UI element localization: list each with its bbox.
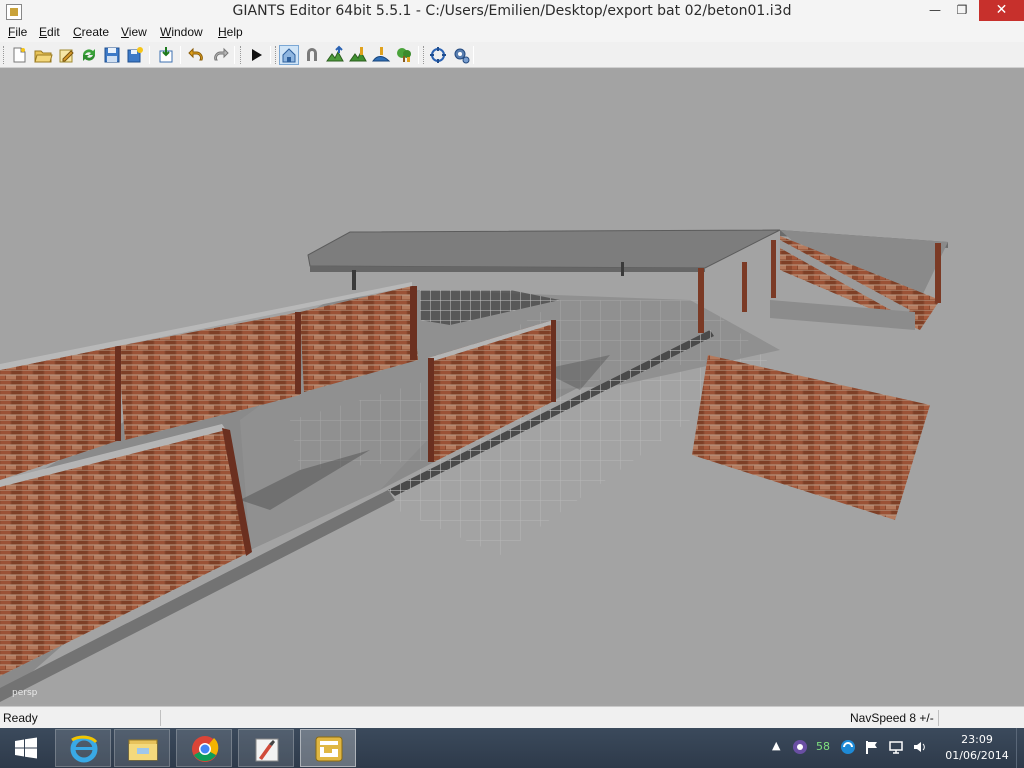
wired-network-icon[interactable] (888, 739, 904, 755)
open-folder-icon[interactable] (33, 45, 53, 65)
toolbar-separator (270, 46, 271, 64)
network-status-icon[interactable] (840, 739, 856, 755)
toolbar (0, 42, 1024, 68)
status-divider (938, 710, 939, 726)
settings-gear-icon[interactable] (451, 45, 471, 65)
toolbar-grip[interactable] (240, 46, 243, 64)
column (698, 268, 704, 333)
toolbar-grip[interactable] (275, 46, 278, 64)
scene-render (0, 229, 948, 702)
minimize-button[interactable]: — (920, 0, 950, 21)
floating-brick-panel (692, 355, 930, 520)
roof-canopy (307, 229, 781, 269)
foliage-icon[interactable] (394, 45, 414, 65)
terrain-raise-icon[interactable] (325, 45, 345, 65)
play-icon[interactable] (246, 45, 266, 65)
wall-pillar (410, 286, 417, 360)
chrome-icon[interactable] (176, 729, 232, 767)
menu-file[interactable]: File (8, 25, 27, 39)
menu-bar: File Edit Create View Window Help (0, 24, 1024, 42)
toolbar-grip[interactable] (423, 46, 426, 64)
transform-icon[interactable] (428, 45, 448, 65)
camera-label: persp (12, 688, 38, 698)
column (935, 243, 941, 303)
menu-help[interactable]: Help (218, 25, 243, 39)
show-hidden-icons-icon[interactable]: ▲ (772, 739, 780, 752)
title-bar: GIANTS Editor 64bit 5.5.1 - C:/Users/Emi… (0, 0, 1024, 24)
save-as-icon[interactable] (125, 45, 145, 65)
giants-editor-window: GIANTS Editor 64bit 5.5.1 - C:/Users/Emi… (0, 0, 1024, 768)
wall-pillar (295, 312, 301, 394)
menu-window[interactable]: Window (160, 25, 203, 39)
windows-taskbar: ▲ 58 23:09 01/06/2014 (0, 728, 1024, 768)
tray-badge-counter[interactable]: 58 (816, 740, 830, 753)
edit-icon[interactable] (56, 45, 76, 65)
utorrent-icon[interactable] (792, 739, 808, 755)
toolbar-grip[interactable] (3, 46, 6, 64)
status-divider (160, 710, 161, 726)
internet-explorer-icon[interactable] (55, 729, 111, 767)
volume-icon[interactable] (912, 739, 928, 755)
3d-viewport[interactable]: persp (0, 69, 1024, 704)
flag-action-center-icon[interactable] (864, 739, 880, 755)
status-text: Ready (3, 711, 38, 725)
middle-wall-pillar (551, 320, 556, 402)
toolbar-separator (418, 46, 419, 64)
start-button[interactable] (4, 729, 48, 767)
home-icon[interactable] (279, 45, 299, 65)
wall-pillar (115, 346, 121, 441)
magnet-icon[interactable] (302, 45, 322, 65)
clock-date[interactable]: 01/06/2014 (944, 749, 1010, 762)
maximize-button[interactable]: ❐ (947, 0, 977, 21)
giants-editor-icon[interactable] (300, 729, 356, 767)
redo-icon[interactable] (210, 45, 230, 65)
save-icon[interactable] (102, 45, 122, 65)
middle-wall-pillar (428, 358, 434, 462)
refresh-icon[interactable] (79, 45, 99, 65)
column (352, 270, 356, 290)
column (771, 240, 776, 298)
import-icon[interactable] (156, 45, 176, 65)
toolbar-separator (234, 46, 235, 64)
undo-icon[interactable] (187, 45, 207, 65)
column (742, 262, 747, 312)
show-desktop-button[interactable] (1016, 728, 1024, 768)
navspeed-readout: NavSpeed 8 +/- (850, 711, 934, 725)
terrain-paint-icon[interactable] (348, 45, 368, 65)
menu-view[interactable]: View (121, 25, 147, 39)
file-explorer-icon[interactable] (114, 729, 170, 767)
menu-create[interactable]: Create (73, 25, 109, 39)
close-button[interactable]: ✕ (979, 0, 1024, 21)
terrain-smooth-icon[interactable] (371, 45, 391, 65)
toolbar-separator (473, 46, 474, 64)
menu-edit[interactable]: Edit (39, 25, 60, 39)
status-bar: Ready NavSpeed 8 +/- (0, 706, 1024, 728)
clock-time[interactable]: 23:09 (958, 733, 996, 746)
paint-app-icon[interactable] (238, 729, 294, 767)
new-file-icon[interactable] (9, 45, 29, 65)
column (621, 262, 624, 276)
toolbar-separator (149, 46, 150, 64)
toolbar-separator (180, 46, 181, 64)
window-title: GIANTS Editor 64bit 5.5.1 - C:/Users/Emi… (232, 3, 792, 19)
